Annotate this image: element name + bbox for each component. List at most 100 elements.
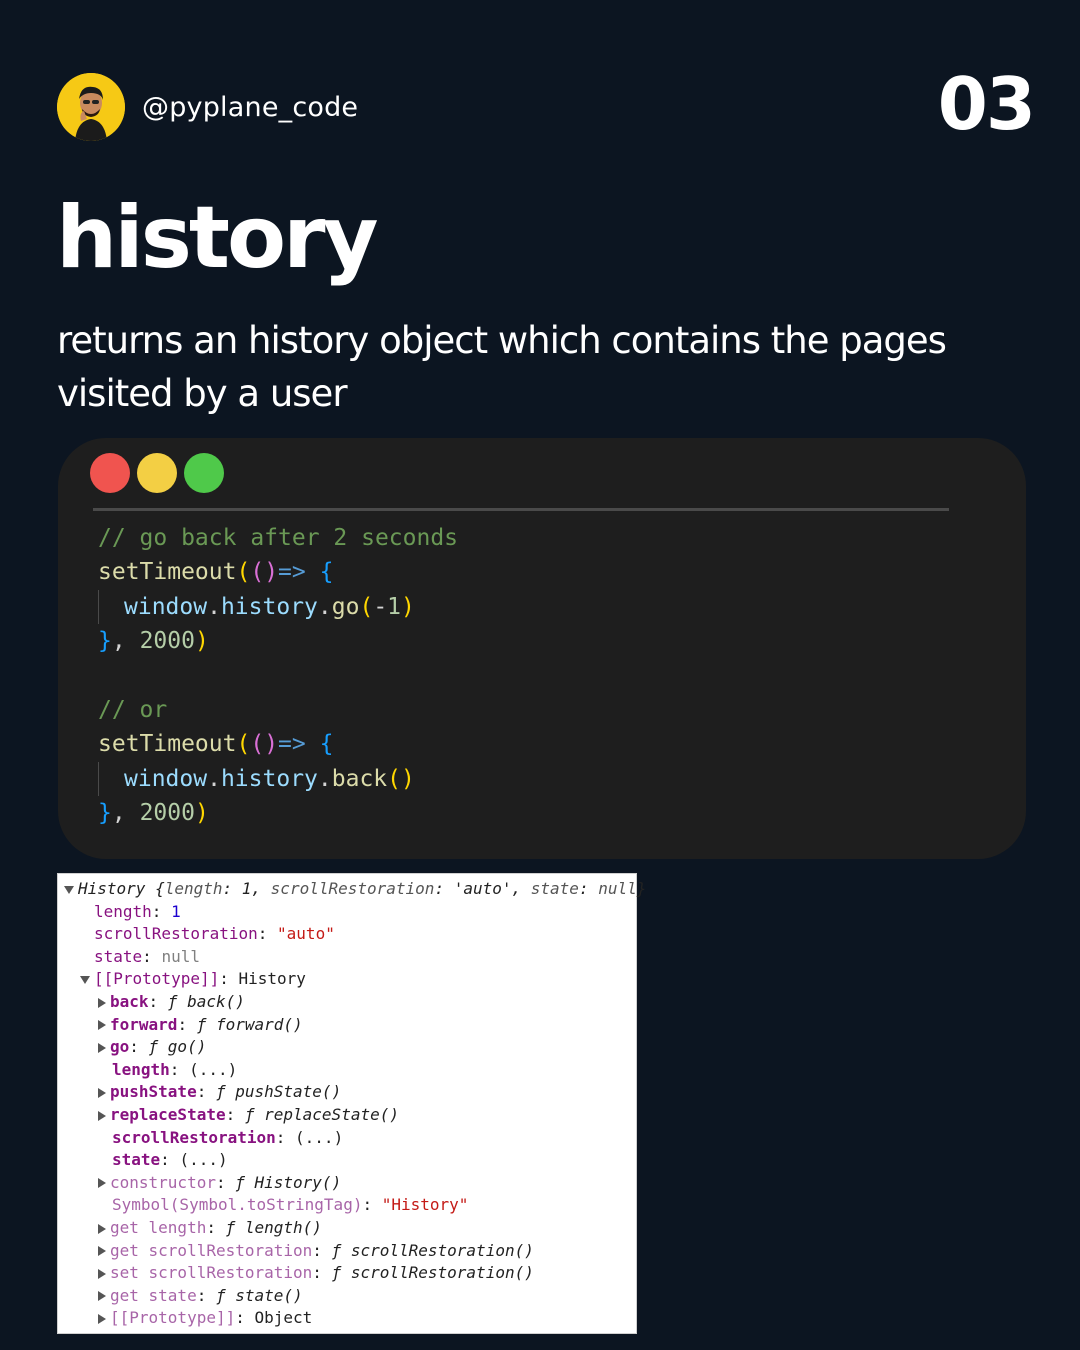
console-tree-row[interactable]: set scrollRestoration: ƒ scrollRestorati…: [98, 1262, 534, 1285]
console-token: :: [215, 1172, 236, 1192]
expand-triangle-right-icon[interactable]: [98, 1246, 106, 1257]
person-avatar-icon[interactable]: [57, 73, 125, 141]
console-token: :: [434, 879, 454, 898]
expand-triangle-right-icon[interactable]: [98, 1110, 106, 1121]
console-tree-row: Symbol(Symbol.toStringTag): "History": [112, 1194, 468, 1217]
code-token: (: [359, 593, 374, 620]
console-tree-row[interactable]: get length: ƒ length(): [98, 1217, 322, 1240]
console-token: ƒ scrollRestoration(): [331, 1240, 534, 1260]
code-line: window.history.back(): [98, 761, 458, 796]
console-token: null: [161, 946, 200, 966]
console-tree-row: scrollRestoration: (...): [112, 1127, 343, 1150]
console-tree-row[interactable]: [[Prototype]]: Object: [98, 1307, 312, 1330]
console-token: History {: [78, 879, 165, 898]
code-token: // go back after 2 seconds: [98, 525, 459, 551]
code-token: (): [250, 731, 279, 758]
console-token: ƒ go(): [148, 1037, 207, 1057]
console-token: : (...): [169, 1059, 238, 1079]
console-token: :: [129, 1037, 149, 1057]
console-tree-row: scrollRestoration: "auto": [94, 923, 335, 946]
code-line: setTimeout(()=> {: [98, 555, 458, 589]
console-token: ,: [511, 879, 531, 898]
console-token: :: [312, 1263, 332, 1283]
code-token: setTimeout: [98, 559, 237, 586]
code-token: history: [220, 765, 318, 792]
console-tree-row[interactable]: constructor: ƒ History(): [98, 1172, 341, 1195]
console-tree-row: state: (...): [112, 1149, 228, 1172]
console-token: 1: [241, 879, 252, 898]
expand-triangle-right-icon[interactable]: [98, 1268, 106, 1279]
code-line: // or: [98, 693, 458, 727]
console-token: length: [164, 879, 223, 898]
code-token: ): [401, 593, 415, 620]
expand-triangle-right-icon[interactable]: [98, 1223, 106, 1234]
code-token: setTimeout: [98, 731, 237, 758]
console-tree-row[interactable]: go: ƒ go(): [98, 1036, 206, 1059]
expand-triangle-right-icon[interactable]: [98, 1042, 106, 1053]
console-token: length: [94, 901, 152, 921]
console-tree-row[interactable]: [[Prototype]]: History: [80, 968, 306, 991]
console-tree-row[interactable]: forward: ƒ forward(): [98, 1014, 303, 1037]
console-token: :: [257, 924, 278, 944]
console-token: constructor: [110, 1172, 216, 1192]
console-token: [[Prototype]]: [110, 1308, 236, 1328]
console-token: null: [598, 879, 637, 898]
console-token: scrollRestoration: [112, 1127, 276, 1147]
window-divider: [93, 508, 949, 511]
console-token: length: [112, 1059, 170, 1079]
expand-triangle-right-icon[interactable]: [98, 1291, 106, 1302]
code-token: (): [387, 765, 415, 792]
code-token: =>: [278, 731, 306, 758]
minimize-dot-icon[interactable]: [137, 453, 177, 493]
code-line: }, 2000): [98, 796, 458, 830]
code-token: go: [331, 593, 360, 620]
window-controls: [90, 453, 224, 493]
expand-triangle-right-icon[interactable]: [98, 1178, 106, 1189]
console-token: get scrollRestoration: [110, 1240, 313, 1260]
code-token: (): [250, 559, 279, 586]
expand-triangle-down-icon[interactable]: [80, 975, 90, 984]
console-tree-row[interactable]: replaceState: ƒ replaceState(): [98, 1104, 399, 1127]
console-token: scrollRestoration: [94, 924, 258, 944]
page-title: history: [56, 188, 379, 288]
indent-guide: [98, 589, 124, 624]
console-token: ƒ back(): [167, 992, 245, 1011]
console-tree-row: length: (...): [112, 1059, 237, 1082]
console-token: }: [636, 879, 647, 898]
console-token: replaceState: [110, 1105, 226, 1124]
code-token: 2000: [139, 628, 195, 655]
console-token: state: [112, 1150, 161, 1170]
code-token: history: [220, 593, 318, 620]
maximize-dot-icon[interactable]: [184, 453, 224, 493]
code-line: setTimeout(()=> {: [98, 727, 458, 761]
console-token: scrollRestoration: [270, 879, 435, 898]
expand-triangle-right-icon[interactable]: [98, 1020, 106, 1031]
code-token: 1: [387, 593, 402, 620]
code-line: window.history.go(-1): [98, 589, 458, 624]
console-token: ,: [251, 879, 271, 898]
close-dot-icon[interactable]: [90, 453, 130, 493]
console-token: "auto": [277, 924, 335, 944]
author-handle[interactable]: @pyplane_code: [142, 92, 358, 123]
console-tree-row[interactable]: get state: ƒ state(): [98, 1285, 303, 1308]
code-block: // go back after 2 seconds setTimeout(()=…: [98, 521, 458, 831]
console-tree-row[interactable]: get scrollRestoration: ƒ scrollRestorati…: [98, 1240, 534, 1263]
console-tree-row[interactable]: back: ƒ back(): [98, 991, 245, 1014]
console-token: state: [530, 879, 579, 898]
console-tree-row[interactable]: pushState: ƒ pushState(): [98, 1081, 341, 1104]
expand-triangle-right-icon[interactable]: [98, 1087, 106, 1098]
console-tree-row[interactable]: History {length: 1, scrollRestoration: '…: [64, 878, 646, 901]
expand-triangle-right-icon[interactable]: [98, 1313, 106, 1324]
page-number: 03: [937, 62, 1036, 146]
code-token: =>: [278, 559, 306, 586]
console-token: :: [196, 1082, 216, 1102]
expand-triangle-down-icon[interactable]: [64, 885, 74, 894]
indent-guide: [98, 761, 124, 796]
expand-triangle-right-icon[interactable]: [98, 997, 106, 1008]
console-token: 1: [171, 901, 181, 921]
console-token: state: [94, 946, 143, 966]
console-token: 'auto': [453, 879, 512, 898]
code-token: .: [317, 765, 332, 792]
